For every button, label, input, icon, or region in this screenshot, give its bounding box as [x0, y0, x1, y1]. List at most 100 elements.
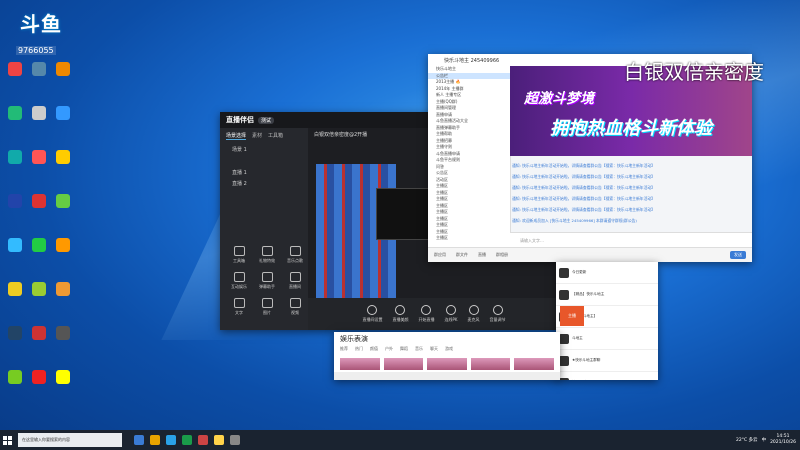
start-button[interactable] [0, 430, 14, 450]
desktop-icon-11[interactable] [28, 194, 50, 214]
nav-item[interactable]: 游戏 [445, 346, 453, 352]
nav-item[interactable]: 音乐 [415, 346, 423, 352]
list-item[interactable]: ★快乐斗地主群聊 [556, 350, 658, 372]
tab-toolbox[interactable]: 工具箱 [268, 132, 283, 140]
desktop-icon-8[interactable] [28, 150, 50, 170]
nav-item[interactable]: 热门 [355, 346, 363, 352]
app-icon [32, 326, 46, 340]
desktop-icon-5[interactable] [28, 106, 50, 126]
nav-item[interactable]: 聊天 [430, 346, 438, 352]
desktop-icon-20[interactable] [28, 326, 50, 346]
language-indicator[interactable]: 中 [762, 437, 767, 443]
taskbar-app-icon[interactable] [182, 435, 192, 445]
footer-album[interactable]: 群相册 [496, 252, 508, 258]
btn-volume[interactable]: 音量调节 [490, 305, 506, 323]
app-icon [32, 150, 46, 164]
qq-message-input[interactable]: 请输入文字… [510, 232, 752, 248]
chat-message: 通知: 欢迎新成员加入 [快乐斗地主 245409966] 本群请遵守群规(群公… [512, 218, 637, 223]
btn-mic[interactable]: 麦克风 [468, 305, 480, 323]
desktop-icon-9[interactable] [52, 150, 74, 170]
avatar [559, 355, 569, 366]
list-item[interactable]: 快乐斗地主 [556, 372, 658, 380]
footer-apps[interactable]: 群应用 [434, 252, 446, 258]
weather-text[interactable]: 22°C 多云 [736, 437, 758, 443]
desktop-icon-4[interactable] [4, 106, 26, 126]
tool-video[interactable]: 视频 [282, 298, 308, 316]
tool-gift-effects[interactable]: 礼物特效 [254, 246, 280, 264]
tool-danmaku[interactable]: 弹幕助手 [254, 272, 280, 290]
btn-pk[interactable]: 连线PK [444, 305, 458, 323]
send-button[interactable]: 发送 [730, 251, 746, 259]
tool-toolbox[interactable]: 工具箱 [226, 246, 252, 264]
desktop-icon-14[interactable] [28, 238, 50, 258]
scene-item-1[interactable]: 场景 1 [220, 144, 308, 155]
list-item[interactable]: 【精品】快乐斗地主 [556, 284, 658, 306]
scene-item-3[interactable]: 直播 2 [220, 178, 308, 189]
desktop-icon-19[interactable] [4, 326, 26, 346]
footer-files[interactable]: 群文件 [456, 252, 468, 258]
stream-bottom-bar: 直播间设置 直播美颜 开始直播 连线PK 麦克风 音量调节 [308, 298, 560, 330]
qq-group-window[interactable]: 快乐斗地主 245409966 快乐斗地主 公告栏 2013主播 🔥 2014年 主播… [428, 54, 752, 262]
desktop-icon-21[interactable] [52, 326, 74, 346]
btn-start-live[interactable]: 开始直播 [418, 305, 434, 323]
app-icon [32, 282, 46, 296]
list-item[interactable]: 斗地主 [556, 328, 658, 350]
app-icon [8, 370, 22, 384]
entertainment-window[interactable]: 娱乐表演 推荐 热门 颜值 户外 舞蹈 音乐 聊天 游戏 [334, 332, 560, 380]
taskbar-app-icon[interactable] [134, 435, 144, 445]
desktop-icon-13[interactable] [4, 238, 26, 258]
desktop-icon-6[interactable] [52, 106, 74, 126]
list-item-label: ★快乐斗地主群聊 [572, 358, 601, 362]
desktop-icon-24[interactable] [52, 370, 74, 390]
taskbar: 在这里输入你要搜索的内容 22°C 多云 中 14:51 2021/10/26 [0, 430, 800, 450]
desktop-icon-12[interactable] [52, 194, 74, 214]
app-icon [56, 282, 70, 296]
tool-room[interactable]: 直播间 [282, 272, 308, 290]
taskbar-search-input[interactable]: 在这里输入你要搜索的内容 [18, 433, 122, 447]
app-icon [56, 106, 70, 120]
footer-live[interactable]: 直播 [478, 252, 486, 258]
desktop-icon-1[interactable] [4, 62, 26, 82]
desktop-icon-3[interactable] [52, 62, 74, 82]
taskbar-app-icon[interactable] [150, 435, 160, 445]
desktop-icon-17[interactable] [28, 282, 50, 302]
desktop-icon-16[interactable] [4, 282, 26, 302]
btn-room-settings[interactable]: 直播间设置 [362, 305, 382, 323]
desktop-icon-7[interactable] [4, 150, 26, 170]
tool-music[interactable]: 音乐点歌 [282, 246, 308, 264]
btn-beauty[interactable]: 直播美颜 [392, 305, 408, 323]
app-icon [56, 238, 70, 252]
tree-item[interactable]: 主播区 [428, 235, 510, 242]
desktop-icon-22[interactable] [4, 370, 26, 390]
app-icon [56, 150, 70, 164]
tab-scenes[interactable]: 场景选择 [226, 132, 247, 140]
desktop-icon-2[interactable] [28, 62, 50, 82]
tab-material[interactable]: 素材 [252, 132, 262, 140]
nav-item[interactable]: 颜值 [370, 346, 378, 352]
chat-message: 通知: 快乐斗地主新年活动开始啦，详情请查看群公告【搜索：快乐斗地主新年活动】 [512, 196, 655, 201]
tool-image[interactable]: 图片 [254, 298, 280, 316]
tool-interactive[interactable]: 互动娱乐 [226, 272, 252, 290]
taskbar-app-icon[interactable] [214, 435, 224, 445]
app-icon [32, 62, 46, 76]
nav-item[interactable]: 推荐 [340, 346, 348, 352]
entertainment-nav: 推荐 热门 颜值 户外 舞蹈 音乐 聊天 游戏 [334, 346, 560, 352]
nav-item[interactable]: 舞蹈 [400, 346, 408, 352]
list-item[interactable]: 今日更新 [556, 262, 658, 284]
desktop-icon-15[interactable] [52, 238, 74, 258]
game-icon [233, 272, 245, 282]
room-number: 9766055 [16, 46, 56, 55]
taskbar-app-icon[interactable] [198, 435, 208, 445]
scene-item-2[interactable]: 直播 1 [220, 167, 308, 178]
image-icon [261, 298, 273, 308]
clock[interactable]: 14:51 2021/10/26 [770, 434, 796, 446]
desktop-icon-23[interactable] [28, 370, 50, 390]
taskbar-app-icon[interactable] [230, 435, 240, 445]
app-icon [56, 194, 70, 208]
tool-text[interactable]: 文字 [226, 298, 252, 316]
taskbar-app-icon[interactable] [166, 435, 176, 445]
nav-item[interactable]: 户外 [385, 346, 393, 352]
qq-footer-bar: 群应用 群文件 直播 群相册 发送 [428, 247, 752, 262]
desktop-icon-10[interactable] [4, 194, 26, 214]
desktop-icon-18[interactable] [52, 282, 74, 302]
